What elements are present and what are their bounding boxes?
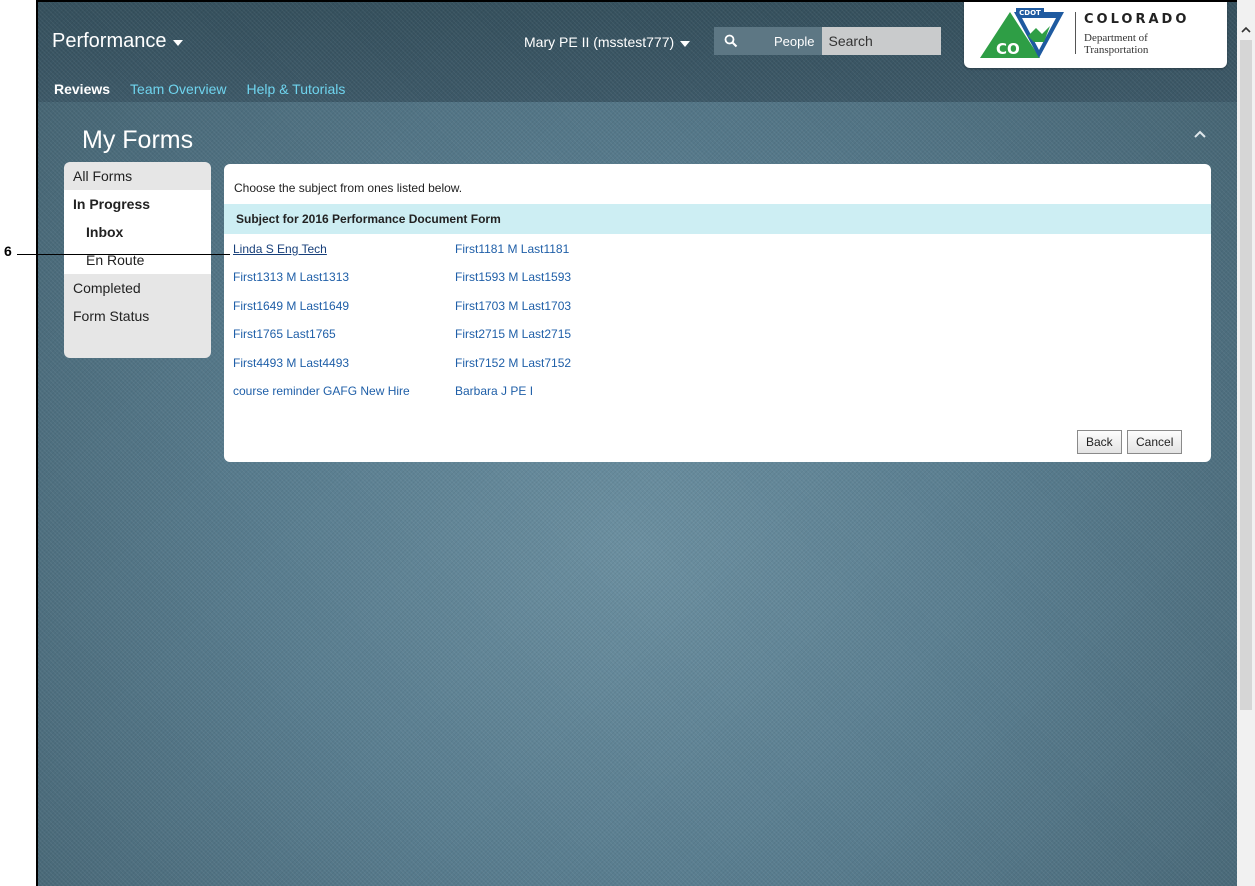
subject-link[interactable]: First1313 M Last1313 xyxy=(233,270,455,298)
subject-link[interactable]: First7152 M Last7152 xyxy=(455,356,615,384)
subject-link[interactable]: First1703 M Last1703 xyxy=(455,299,615,327)
logo-divider xyxy=(1075,12,1076,54)
side-menu: All Forms In Progress Inbox En Route Com… xyxy=(64,162,211,358)
logo-subtitle: Department of Transportation xyxy=(1084,32,1148,56)
search-scope[interactable]: People xyxy=(748,27,823,55)
subject-link[interactable]: course reminder GAFG New Hire xyxy=(233,384,455,412)
search-input[interactable] xyxy=(822,27,941,55)
subject-header: Subject for 2016 Performance Document Fo… xyxy=(224,204,1211,234)
nav-help-tutorials[interactable]: Help & Tutorials xyxy=(247,81,346,97)
subject-header-text: Subject for 2016 Performance Document Fo… xyxy=(236,212,501,226)
logo-wordmark: COLORADO xyxy=(1084,12,1190,27)
scroll-up-icon[interactable] xyxy=(1237,18,1255,42)
page-title: My Forms xyxy=(82,126,194,154)
side-item-en-route[interactable]: En Route xyxy=(64,246,211,274)
logo-badge: CDOT xyxy=(1019,9,1041,17)
side-item-all-forms[interactable]: All Forms xyxy=(64,162,211,190)
nav-team-overview[interactable]: Team Overview xyxy=(130,81,226,97)
subject-list: Linda S Eng Tech First1181 M Last1181 Fi… xyxy=(233,242,615,412)
subject-link[interactable]: First1181 M Last1181 xyxy=(455,242,615,270)
subject-link[interactable]: Barbara J PE I xyxy=(455,384,615,412)
nav-reviews[interactable]: Reviews xyxy=(54,81,110,97)
app-title: Performance xyxy=(52,30,167,52)
vertical-scrollbar[interactable] xyxy=(1237,0,1255,886)
callout-number: 6 xyxy=(4,243,12,259)
user-menu[interactable]: Mary PE II (msstest777) xyxy=(524,34,691,50)
app-window: Performance Mary PE II (msstest777) Peop… xyxy=(38,2,1237,886)
cdot-logo-mark: CDOT CO xyxy=(980,8,1064,58)
cdot-logo: CDOT CO COLORADO Department of Transport… xyxy=(964,2,1227,68)
logo-subtitle-line1: Department of xyxy=(1084,32,1148,44)
search-icon[interactable] xyxy=(714,27,748,55)
subject-link[interactable]: First1593 M Last1593 xyxy=(455,270,615,298)
subject-link[interactable]: First1649 M Last1649 xyxy=(233,299,455,327)
search-bar: People xyxy=(714,27,941,55)
caret-down-icon xyxy=(172,40,183,46)
scrollbar-thumb[interactable] xyxy=(1240,40,1252,710)
subject-link[interactable]: First4493 M Last4493 xyxy=(233,356,455,384)
side-item-completed[interactable]: Completed xyxy=(64,274,211,302)
subject-link[interactable]: First2715 M Last2715 xyxy=(455,327,615,355)
logo-subtitle-line2: Transportation xyxy=(1084,44,1149,56)
cancel-button[interactable]: Cancel xyxy=(1127,430,1183,454)
instruction-text: Choose the subject from ones listed belo… xyxy=(234,181,463,195)
chevron-up-icon[interactable] xyxy=(1193,126,1207,144)
top-nav: Reviews Team Overview Help & Tutorials xyxy=(54,81,365,97)
app-title-menu[interactable]: Performance xyxy=(52,30,183,53)
subject-selection-card: Choose the subject from ones listed belo… xyxy=(224,164,1211,462)
subject-link[interactable]: Linda S Eng Tech xyxy=(233,242,455,270)
caret-down-icon xyxy=(680,40,691,47)
side-item-form-status[interactable]: Form Status xyxy=(64,302,211,330)
subject-link[interactable]: First1765 Last1765 xyxy=(233,327,455,355)
side-item-in-progress[interactable]: In Progress xyxy=(64,190,211,218)
header: Performance Mary PE II (msstest777) Peop… xyxy=(38,2,1237,102)
user-name: Mary PE II (msstest777) xyxy=(524,34,675,50)
logo-co: CO xyxy=(996,40,1020,58)
side-item-inbox[interactable]: Inbox xyxy=(64,218,211,246)
back-button[interactable]: Back xyxy=(1077,430,1122,454)
side-submenu-in-progress: In Progress Inbox En Route xyxy=(64,190,211,274)
callout-leader-line xyxy=(17,254,230,255)
